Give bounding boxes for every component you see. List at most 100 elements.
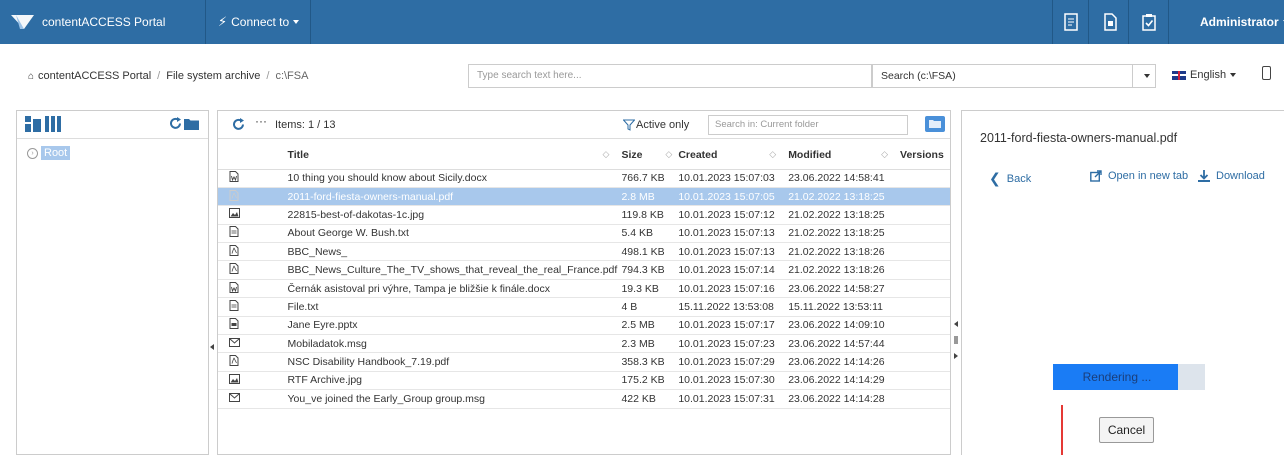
column-size-label: Size [621, 148, 643, 161]
preview-panel: 2011-ford-fiesta-owners-manual.pdf ❮ Bac… [961, 110, 1284, 455]
file-created: 10.01.2023 15:07:23 [678, 334, 789, 354]
icon-column-header [218, 141, 288, 170]
preview-title: 2011-ford-fiesta-owners-manual.pdf [980, 131, 1178, 145]
items-count: Items: 1 / 13 [275, 119, 336, 131]
sort-icon: ◇ [665, 148, 673, 159]
file-created: 10.01.2023 15:07:30 [678, 371, 789, 391]
file-created: 10.01.2023 15:07:03 [678, 169, 789, 188]
folder-search-input[interactable]: Search in: Current folder [708, 115, 908, 135]
file-created: 10.01.2023 15:07:05 [678, 187, 789, 207]
chevron-left-icon: ❮ [989, 170, 1001, 186]
file-versions [900, 352, 950, 372]
file-created: 10.01.2023 15:07:29 [678, 352, 789, 372]
file-modified: 21.02.2022 13:18:26 [788, 260, 901, 280]
column-header-versions[interactable]: Versions [900, 141, 950, 170]
column-header-modified[interactable]: Modified ◇ [788, 141, 901, 170]
file-table: Title ◇ Size ◇ Created ◇ Modified ◇ Versions… [218, 141, 950, 409]
tree-toolbar [17, 111, 208, 139]
panel-splitter[interactable] [953, 320, 959, 360]
folder-search-icon [929, 120, 941, 128]
table-row[interactable]: NSC Disability Handbook_7.19.pdf 358.3 KB… [218, 352, 950, 372]
active-only-filter[interactable]: Active only [623, 119, 689, 131]
file-versions [900, 279, 950, 299]
file-versions [900, 224, 950, 244]
file-versions [900, 260, 950, 280]
column-header-size[interactable]: Size ◇ [621, 141, 679, 170]
refresh-icon[interactable] [232, 118, 245, 131]
tree-layout-icon[interactable] [25, 116, 41, 132]
report-icon[interactable] [1063, 13, 1079, 31]
text-file-icon [229, 226, 239, 240]
search-input[interactable]: Type search text here... [468, 64, 872, 88]
nav-divider [205, 0, 206, 44]
presentation-icon [229, 318, 239, 332]
user-name: Administrator [1200, 15, 1279, 29]
search-scope-select[interactable]: Search (c:\FSA) [872, 64, 1156, 88]
table-row[interactable]: Černák asistoval pri výhre, Tampa je bli… [218, 279, 950, 299]
table-row[interactable]: BBC_News_Culture_The_TV_shows_that_revea… [218, 260, 950, 280]
folder-search-button[interactable] [925, 116, 945, 132]
table-row[interactable]: 22815-best-of-dakotas-1c.jpg 119.8 KB 10.0… [218, 205, 950, 225]
column-header-created[interactable]: Created ◇ [678, 141, 789, 170]
language-label: English [1190, 69, 1227, 81]
file-title: BBC_News_Culture_The_TV_shows_that_revea… [287, 260, 622, 280]
cancel-button[interactable]: Cancel [1099, 417, 1154, 443]
file-created: 10.01.2023 15:07:12 [678, 205, 789, 225]
expand-icon[interactable]: › [27, 147, 38, 159]
file-title: BBC_News_ [287, 242, 622, 262]
image-icon [229, 373, 240, 387]
breadcrumb-archive[interactable]: File system archive [166, 70, 260, 82]
table-row[interactable]: File.txt 4 B 15.11.2022 13:53:08 15.11.2022… [218, 297, 950, 317]
mail-icon [229, 337, 240, 350]
document-icon[interactable] [1102, 13, 1118, 31]
file-size: 5.4 KB [621, 224, 679, 244]
file-modified: 21.02.2022 13:18:25 [788, 205, 901, 225]
table-row[interactable]: Jane Eyre.pptx 2.5 MB 10.01.2023 15:07:17 2… [218, 316, 950, 336]
more-options-icon[interactable]: ··· [255, 114, 267, 128]
search-scope-dropdown[interactable] [1132, 64, 1156, 88]
folder-icon[interactable] [184, 117, 199, 130]
language-select[interactable]: English [1172, 69, 1237, 81]
user-menu[interactable]: Administrator [1200, 0, 1284, 44]
mobile-view-icon[interactable] [1262, 66, 1271, 80]
table-row[interactable]: About George W. Bush.txt 5.4 KB 10.01.2023… [218, 224, 950, 244]
file-size: 4 B [621, 297, 679, 317]
file-modified: 15.11.2022 13:53:11 [788, 297, 901, 317]
table-row[interactable]: 2011-ford-fiesta-owners-manual.pdf 2.8 MB… [218, 187, 950, 207]
pdf-icon [229, 189, 239, 204]
table-row[interactable]: 10 thing you should know about Sicily.do… [218, 169, 950, 188]
nav-divider [1168, 0, 1169, 44]
nav-divider [1128, 0, 1129, 44]
file-type-icon-cell [218, 389, 288, 409]
open-in-new-tab-button[interactable]: Open in new tab [1090, 170, 1188, 182]
download-button[interactable]: Download [1198, 170, 1265, 182]
download-label: Download [1216, 170, 1265, 182]
tree-root[interactable]: › Root [27, 146, 71, 160]
brand-link[interactable]: contentACCESS Portal [10, 0, 205, 44]
refresh-icon[interactable] [169, 117, 182, 130]
folder-tree-panel: › Root [16, 110, 209, 455]
column-header-title[interactable]: Title ◇ [287, 141, 622, 170]
file-size: 2.5 MB [621, 316, 679, 336]
table-row[interactable]: BBC_News_ 498.1 KB 10.01.2023 15:07:13 21.0… [218, 242, 950, 262]
back-button[interactable]: ❮ Back [989, 170, 1031, 187]
collapse-left-icon[interactable] [210, 344, 214, 350]
connect-to-menu[interactable]: ⚡ Connect to [218, 0, 300, 44]
table-row[interactable]: RTF Archive.jpg 175.2 KB 10.01.2023 15:07:… [218, 371, 950, 391]
logo-icon [11, 15, 34, 29]
file-size: 119.8 KB [621, 205, 679, 225]
chevron-down-icon [1230, 73, 1237, 77]
clipboard-check-icon[interactable] [1141, 13, 1157, 31]
columns-layout-icon[interactable] [45, 116, 61, 132]
file-size: 794.3 KB [621, 260, 679, 280]
file-type-icon-cell [218, 205, 288, 225]
table-row[interactable]: You_ve joined the Early_Group group.msg 4… [218, 389, 950, 409]
uk-flag-icon [1172, 70, 1186, 80]
home-icon: ⌂ [28, 70, 35, 82]
table-row[interactable]: Mobiladatok.msg 2.3 MB 10.01.2023 15:07:23… [218, 334, 950, 354]
pdf-icon [229, 263, 239, 277]
breadcrumb-home[interactable]: contentACCESS Portal [38, 70, 151, 82]
list-toolbar: ··· Items: 1 / 13 Active only Search in:… [218, 111, 950, 139]
file-created: 10.01.2023 15:07:13 [678, 224, 789, 244]
sort-icon: ◇ [769, 148, 777, 159]
